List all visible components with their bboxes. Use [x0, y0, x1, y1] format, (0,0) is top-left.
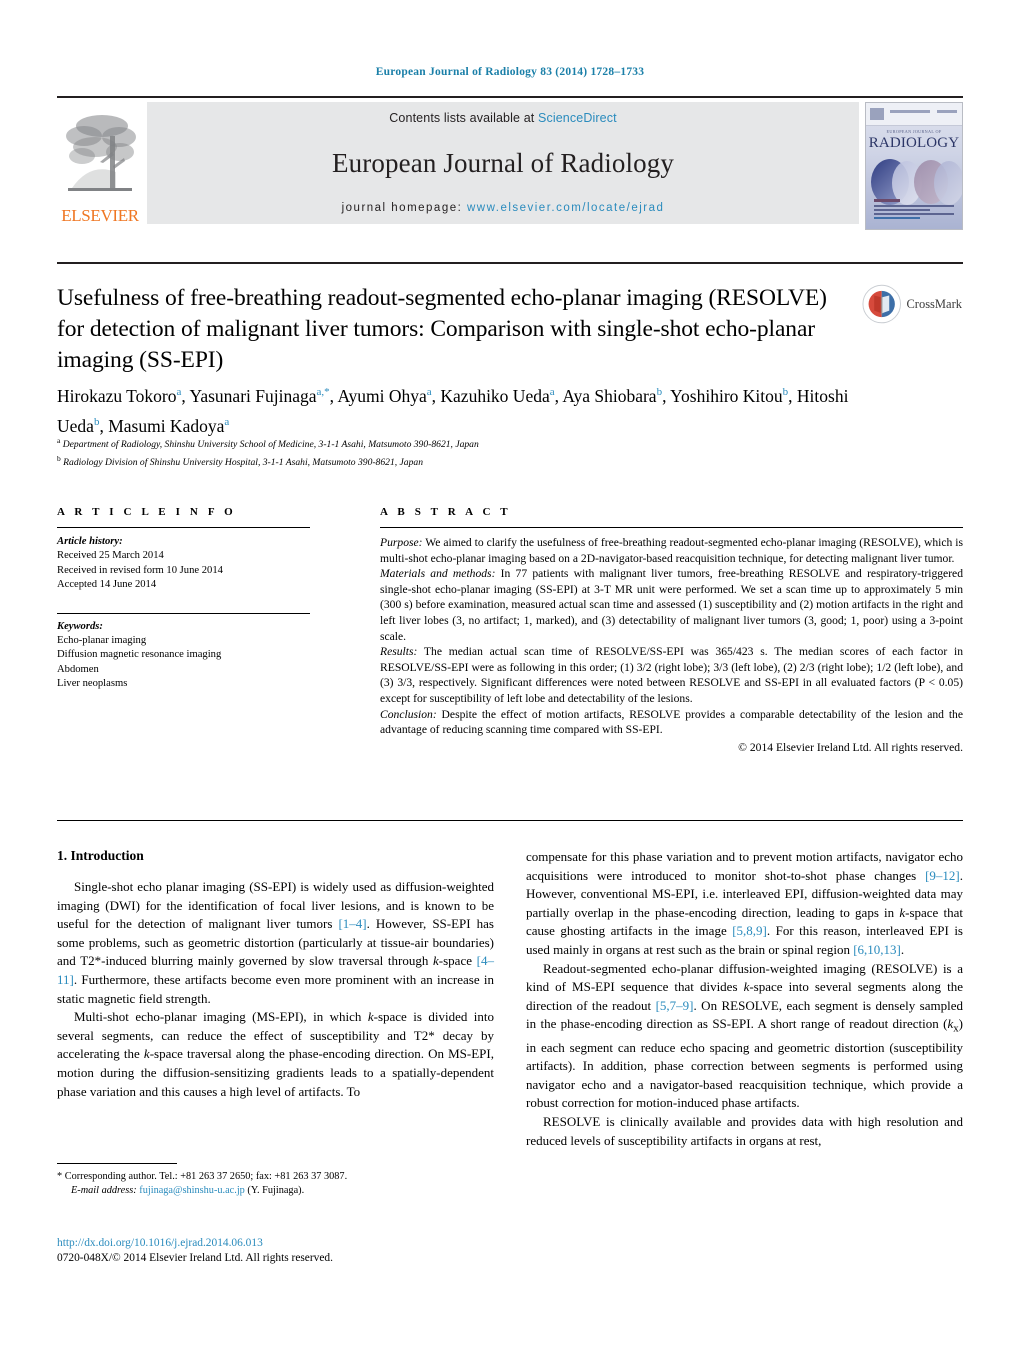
journal-homepage-line: journal homepage: www.elsevier.com/locat… [342, 202, 665, 214]
footnote-email-line: E-mail address: fujinaga@shinshu-u.ac.jp… [57, 1184, 494, 1198]
corresponding-author-footnote: * Corresponding author. Tel.: +81 263 37… [57, 1170, 494, 1198]
paragraph: Readout-segmented echo-planar diffusion-… [526, 960, 963, 1111]
history-item: Accepted 14 June 2014 [57, 579, 157, 591]
cover-supertitle: EUROPEAN JOURNAL OF [886, 129, 942, 134]
journal-title: European Journal of Radiology [331, 148, 675, 178]
article-info-heading: A R T I C L E I N F O [57, 506, 237, 518]
introduction-heading: 1. Introduction [57, 848, 144, 863]
cover-header-text-line [890, 110, 930, 113]
email-link[interactable]: fujinaga@shinshu-u.ac.jp [139, 1185, 245, 1196]
keywords-rule [57, 612, 310, 614]
author-item: Yasunari Fujinagaa,* [189, 385, 330, 406]
citation-link[interactable]: [5,8,9] [732, 923, 767, 938]
introduction-text-left: Single-shot echo planar imaging (SS-EPI)… [57, 878, 494, 1101]
paragraph: RESOLVE is clinically available and prov… [526, 1113, 963, 1148]
abstract-text: We aimed to clarify the usefulness of fr… [380, 536, 963, 565]
cover-issue-line [937, 110, 957, 113]
author-item: Hirokazu Tokoroa [57, 385, 182, 406]
abstract-heading: A B S T R A C T [380, 506, 512, 518]
footnote-marker: * [57, 1171, 63, 1182]
contents-prefix: Contents lists available at [389, 111, 538, 125]
keyword-item: Liver neoplasms [57, 678, 128, 690]
affiliation-list: a Department of Radiology, Shinshu Unive… [57, 434, 857, 469]
email-suffix: (Y. Fujinaga). [247, 1185, 305, 1196]
cover-logo-mark [870, 108, 884, 120]
author-item: Masumi Kadoyaa [108, 415, 230, 436]
keyword-item: Diffusion magnetic resonance imaging [57, 649, 222, 661]
author-item: Aya Shiobarab [562, 385, 663, 406]
elsevier-tree-icon [66, 115, 136, 191]
footnote-line: * Corresponding author. Tel.: +81 263 37… [57, 1170, 494, 1184]
elsevier-logo: ELSEVIER [57, 102, 143, 224]
keywords-block: Keywords: Echo-planar imaging Diffusion … [57, 620, 310, 692]
citation-link[interactable]: [1–4] [338, 916, 366, 931]
article-page: European Journal of Radiology 83 (2014) … [0, 0, 1020, 1351]
abstract-label: Conclusion: [380, 707, 437, 721]
title-divider [57, 262, 963, 264]
cover-footer-text [874, 199, 954, 221]
paragraph: compensate for this phase variation and … [526, 849, 963, 957]
abstract-label: Purpose: [380, 536, 423, 549]
cover-title: RADIOLOGY [868, 135, 960, 151]
article-title: Usefulness of free-breathing readout-seg… [57, 285, 827, 373]
author-item: Kazuhiko Uedaa [440, 385, 555, 406]
running-head: European Journal of Radiology 83 (2014) … [375, 66, 645, 78]
article-info-section: A R T I C L E I N F O Article history: R… [57, 506, 310, 692]
issn-copyright-line: 0720-048X/© 2014 Elsevier Ireland Ltd. A… [57, 1252, 333, 1264]
article-history-label: Article history: [57, 536, 123, 547]
article-history-block: Article history: Received 25 March 2014 … [57, 535, 310, 593]
abstract-label: Results: [380, 645, 418, 659]
sciencedirect-link[interactable]: ScienceDirect [538, 111, 617, 125]
journal-cover-thumbnail: EUROPEAN JOURNAL OF RADIOLOGY [865, 102, 963, 230]
crossmark-label: CrossMark [906, 296, 962, 311]
abstract-label: Materials and methods: [380, 567, 496, 581]
contents-available-line: Contents lists available at ScienceDirec… [389, 111, 616, 125]
doi-link[interactable]: http://dx.doi.org/10.1016/j.ejrad.2014.0… [57, 1236, 517, 1251]
keyword-item: Echo-planar imaging [57, 635, 147, 647]
elsevier-wordmark: ELSEVIER [61, 206, 139, 225]
email-label: E-mail address: [71, 1185, 137, 1196]
homepage-url-link[interactable]: www.elsevier.com/locate/ejrad [467, 202, 664, 214]
keyword-item: Abdomen [57, 663, 99, 675]
article-info-rule [57, 527, 310, 528]
introduction-text-right: compensate for this phase variation and … [526, 848, 963, 1150]
author-item: Yoshihiro Kitoub [670, 385, 789, 406]
crossmark-icon [862, 284, 901, 324]
homepage-label: journal homepage: [341, 202, 467, 214]
author-item: Ayumi Ohyaa [337, 385, 432, 406]
paragraph: Multi-shot echo-planar imaging (MS-EPI),… [57, 1009, 494, 1099]
footnote-corresponding-text: Corresponding author. Tel.: +81 263 37 2… [64, 1171, 348, 1182]
history-item: Received 25 March 2014 [57, 550, 164, 562]
abstract-rule [380, 527, 963, 528]
crossmark-badge[interactable]: CrossMark [862, 281, 962, 327]
abstract-copyright: © 2014 Elsevier Ireland Ltd. All rights … [738, 740, 963, 754]
citation-link[interactable]: [9–12] [925, 868, 960, 883]
abstract-paragraph: Conclusion: Despite the effect of motion… [380, 707, 963, 738]
abstract-paragraph: Results: The median actual scan time of … [380, 644, 963, 706]
affiliation-item: b Radiology Division of Shinshu Universi… [57, 453, 423, 468]
citation-link[interactable]: [5,7–9] [656, 998, 694, 1013]
journal-masthead: ELSEVIER Contents lists available at Sci… [57, 96, 963, 230]
body-column-right: compensate for this phase variation and … [526, 848, 963, 1150]
sciencedirect-banner: Contents lists available at ScienceDirec… [147, 102, 859, 224]
abstract-paragraph: Materials and methods: In 77 patients wi… [380, 566, 963, 644]
body-column-left: 1. Introduction Single-shot echo planar … [57, 848, 494, 1101]
abstract-text: The median actual scan time of RESOLVE/S… [380, 645, 963, 705]
history-item: Received in revised form 10 June 2014 [57, 564, 223, 576]
footnote-divider [57, 1163, 177, 1164]
body-divider [57, 820, 963, 821]
keywords-label: Keywords: [57, 620, 103, 632]
paragraph: Single-shot echo planar imaging (SS-EPI)… [57, 879, 494, 1006]
abstract-body: Purpose: We aimed to clarify the usefuln… [380, 535, 963, 755]
affiliation-item: a Department of Radiology, Shinshu Unive… [57, 436, 479, 451]
publication-footer: http://dx.doi.org/10.1016/j.ejrad.2014.0… [57, 1236, 517, 1266]
citation-link[interactable]: [6,10,13] [853, 942, 901, 957]
abstract-section: A B S T R A C T Purpose: We aimed to cla… [380, 506, 963, 755]
author-list: Hirokazu Tokoroa, Yasunari Fujinagaa,*, … [57, 385, 849, 436]
abstract-paragraph: Purpose: We aimed to clarify the usefuln… [380, 535, 963, 566]
abstract-text: Despite the effect of motion artifacts, … [380, 707, 963, 737]
